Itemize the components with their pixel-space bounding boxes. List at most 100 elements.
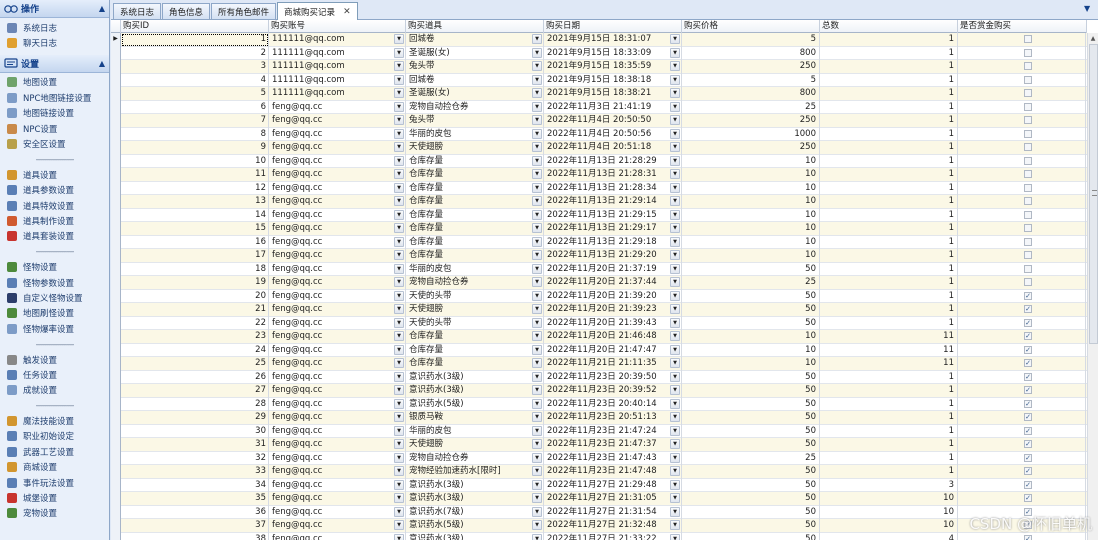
cell-total[interactable]: 11	[820, 357, 958, 371]
table-row[interactable]: 9 feng@qq.cc ▼ 天使翅膀 ▼ 2022年11月4日 20:51:18 ▼ 250…	[111, 141, 1087, 155]
cell-total[interactable]: 1	[820, 73, 958, 87]
sidebar-item[interactable]: 道具特效设置	[0, 198, 109, 213]
settings-panel-header[interactable]: 设置 ▲	[0, 54, 109, 73]
row-indicator[interactable]	[111, 505, 121, 519]
cell-id[interactable]: 38	[121, 532, 269, 540]
gold-purchase-checkbox[interactable]: ✓	[1024, 305, 1032, 313]
dropdown-arrow-icon[interactable]: ▼	[670, 236, 680, 247]
dropdown-arrow-icon[interactable]: ▼	[670, 317, 680, 328]
dropdown-arrow-icon[interactable]: ▼	[532, 61, 542, 71]
dropdown-arrow-icon[interactable]: ▼	[394, 61, 404, 71]
cell-account[interactable]: feng@qq.cc ▼	[269, 154, 406, 168]
cell-total[interactable]: 1	[820, 87, 958, 101]
cell-total[interactable]: 1	[820, 465, 958, 479]
table-row[interactable]: 25 feng@qq.cc ▼ 仓库存量 ▼ 2022年11月21日 21:11:35 ▼ 1…	[111, 357, 1087, 371]
cell-id[interactable]: 35	[121, 492, 269, 506]
table-row[interactable]: 29 feng@qq.cc ▼ 银质马鞍 ▼ 2022年11月23日 20:51:13 ▼ 5…	[111, 411, 1087, 425]
gold-purchase-checkbox[interactable]	[1024, 75, 1032, 84]
column-header-id[interactable]: 购买ID	[121, 20, 269, 33]
table-row[interactable]: 32 feng@qq.cc ▼ 宠物自动捡仓券 ▼ 2022年11月23日 21:47:4…	[111, 451, 1087, 465]
dropdown-arrow-icon[interactable]: ▼	[670, 115, 680, 125]
row-indicator[interactable]	[111, 478, 121, 492]
cell-item[interactable]: 华丽的皮包 ▼	[406, 424, 544, 438]
table-row[interactable]: 14 feng@qq.cc ▼ 仓库存量 ▼ 2022年11月13日 21:29:15 ▼ 1…	[111, 208, 1087, 222]
cell-id[interactable]: 20	[121, 289, 269, 303]
cell-item[interactable]: 天使翅膀 ▼	[406, 141, 544, 155]
dropdown-arrow-icon[interactable]: ▼	[532, 344, 542, 355]
cell-account[interactable]: feng@qq.cc ▼	[269, 411, 406, 425]
cell-item[interactable]: 仓库存量 ▼	[406, 222, 544, 236]
dropdown-arrow-icon[interactable]: ▼	[394, 493, 404, 503]
table-row[interactable]: 37 feng@qq.cc ▼ 意识药水(5级) ▼ 2022年11月27日 21:32:…	[111, 519, 1087, 533]
cell-item[interactable]: 意识药水(5级) ▼	[406, 519, 544, 533]
cell-account[interactable]: feng@qq.cc ▼	[269, 235, 406, 249]
dropdown-arrow-icon[interactable]: ▼	[532, 74, 542, 85]
gold-purchase-checkbox[interactable]: ✓	[1024, 413, 1032, 421]
cell-item[interactable]: 宠物自动捡仓券 ▼	[406, 276, 544, 290]
cell-date[interactable]: 2022年11月23日 20:51:13 ▼	[544, 411, 682, 425]
cell-date[interactable]: 2022年11月20日 21:37:44 ▼	[544, 276, 682, 290]
cell-id[interactable]: 21	[121, 303, 269, 317]
dropdown-arrow-icon[interactable]: ▼	[670, 439, 680, 449]
table-row[interactable]: ▶ 1 111111@qq.com ▼ 回城卷 ▼ 2021年9月15日 18:31:07 ▼…	[111, 33, 1087, 47]
cell-id[interactable]: 29	[121, 411, 269, 425]
sidebar-item[interactable]: 道具参数设置	[0, 183, 109, 198]
table-row[interactable]: 35 feng@qq.cc ▼ 意识药水(3级) ▼ 2022年11月27日 21:31:…	[111, 492, 1087, 506]
cell-date[interactable]: 2022年11月27日 21:31:05 ▼	[544, 492, 682, 506]
sidebar-item[interactable]: 城堡设置	[0, 490, 109, 505]
cell-account[interactable]: feng@qq.cc ▼	[269, 492, 406, 506]
gold-purchase-checkbox[interactable]	[1024, 102, 1032, 111]
dropdown-arrow-icon[interactable]: ▼	[532, 34, 542, 44]
scrollbar-thumb[interactable]	[1089, 44, 1098, 344]
dropdown-arrow-icon[interactable]: ▼	[394, 466, 404, 476]
dropdown-arrow-icon[interactable]: ▼	[670, 142, 680, 152]
sidebar-item[interactable]: 地图链接设置	[0, 106, 109, 121]
dropdown-arrow-icon[interactable]: ▼	[670, 34, 680, 44]
cell-price[interactable]: 5	[682, 33, 820, 47]
cell-price[interactable]: 10	[682, 195, 820, 209]
gold-purchase-checkbox[interactable]	[1024, 35, 1032, 43]
dropdown-arrow-icon[interactable]: ▼	[394, 34, 404, 44]
row-indicator[interactable]	[111, 208, 121, 222]
cell-id[interactable]: 30	[121, 424, 269, 438]
cell-account[interactable]: feng@qq.cc ▼	[269, 330, 406, 344]
cell-id[interactable]: 24	[121, 343, 269, 357]
cell-account[interactable]: feng@qq.cc ▼	[269, 100, 406, 114]
column-header-item[interactable]: 购买道具	[406, 20, 544, 33]
row-indicator[interactable]	[111, 451, 121, 465]
cell-date[interactable]: 2022年11月23日 21:47:48 ▼	[544, 465, 682, 479]
gold-purchase-checkbox[interactable]: ✓	[1024, 332, 1032, 340]
dropdown-arrow-icon[interactable]: ▼	[394, 101, 404, 112]
cell-price[interactable]: 50	[682, 438, 820, 452]
dropdown-arrow-icon[interactable]: ▼	[532, 155, 542, 166]
dropdown-arrow-icon[interactable]: ▼	[394, 277, 404, 287]
sidebar-item[interactable]: NPC地图链接设置	[0, 90, 109, 105]
table-row[interactable]: 4 111111@qq.com ▼ 回城卷 ▼ 2021年9月15日 18:38:18 ▼ 5…	[111, 73, 1087, 87]
table-row[interactable]: 8 feng@qq.cc ▼ 华丽的皮包 ▼ 2022年11月4日 20:50:56 ▼ 10…	[111, 127, 1087, 141]
dropdown-arrow-icon[interactable]: ▼	[394, 317, 404, 328]
row-indicator[interactable]	[111, 384, 121, 398]
table-row[interactable]: 34 feng@qq.cc ▼ 意识药水(3级) ▼ 2022年11月27日 21:29:…	[111, 478, 1087, 492]
cell-id[interactable]: 33	[121, 465, 269, 479]
gold-purchase-checkbox[interactable]: ✓	[1024, 359, 1032, 367]
cell-date[interactable]: 2022年11月27日 21:29:48 ▼	[544, 478, 682, 492]
dropdown-arrow-icon[interactable]: ▼	[670, 398, 680, 409]
table-row[interactable]: 18 feng@qq.cc ▼ 华丽的皮包 ▼ 2022年11月20日 21:37:19 ▼…	[111, 262, 1087, 276]
cell-account[interactable]: feng@qq.cc ▼	[269, 195, 406, 209]
cell-total[interactable]: 1	[820, 33, 958, 47]
cell-account[interactable]: 111111@qq.com ▼	[269, 33, 406, 47]
dropdown-arrow-icon[interactable]: ▼	[394, 196, 404, 206]
row-indicator[interactable]	[111, 438, 121, 452]
cell-item[interactable]: 兔头带 ▼	[406, 114, 544, 128]
cell-total[interactable]: 1	[820, 222, 958, 236]
dropdown-arrow-icon[interactable]: ▼	[394, 398, 404, 409]
cell-account[interactable]: feng@qq.cc ▼	[269, 303, 406, 317]
gold-purchase-checkbox[interactable]: ✓	[1024, 345, 1032, 354]
sidebar-item[interactable]: 地图设置	[0, 75, 109, 90]
dropdown-arrow-icon[interactable]: ▼	[532, 142, 542, 152]
cell-price[interactable]: 50	[682, 370, 820, 384]
cell-account[interactable]: feng@qq.cc ▼	[269, 397, 406, 411]
row-indicator[interactable]	[111, 60, 121, 74]
cell-account[interactable]: feng@qq.cc ▼	[269, 478, 406, 492]
cell-date[interactable]: 2022年11月13日 21:29:20 ▼	[544, 249, 682, 263]
